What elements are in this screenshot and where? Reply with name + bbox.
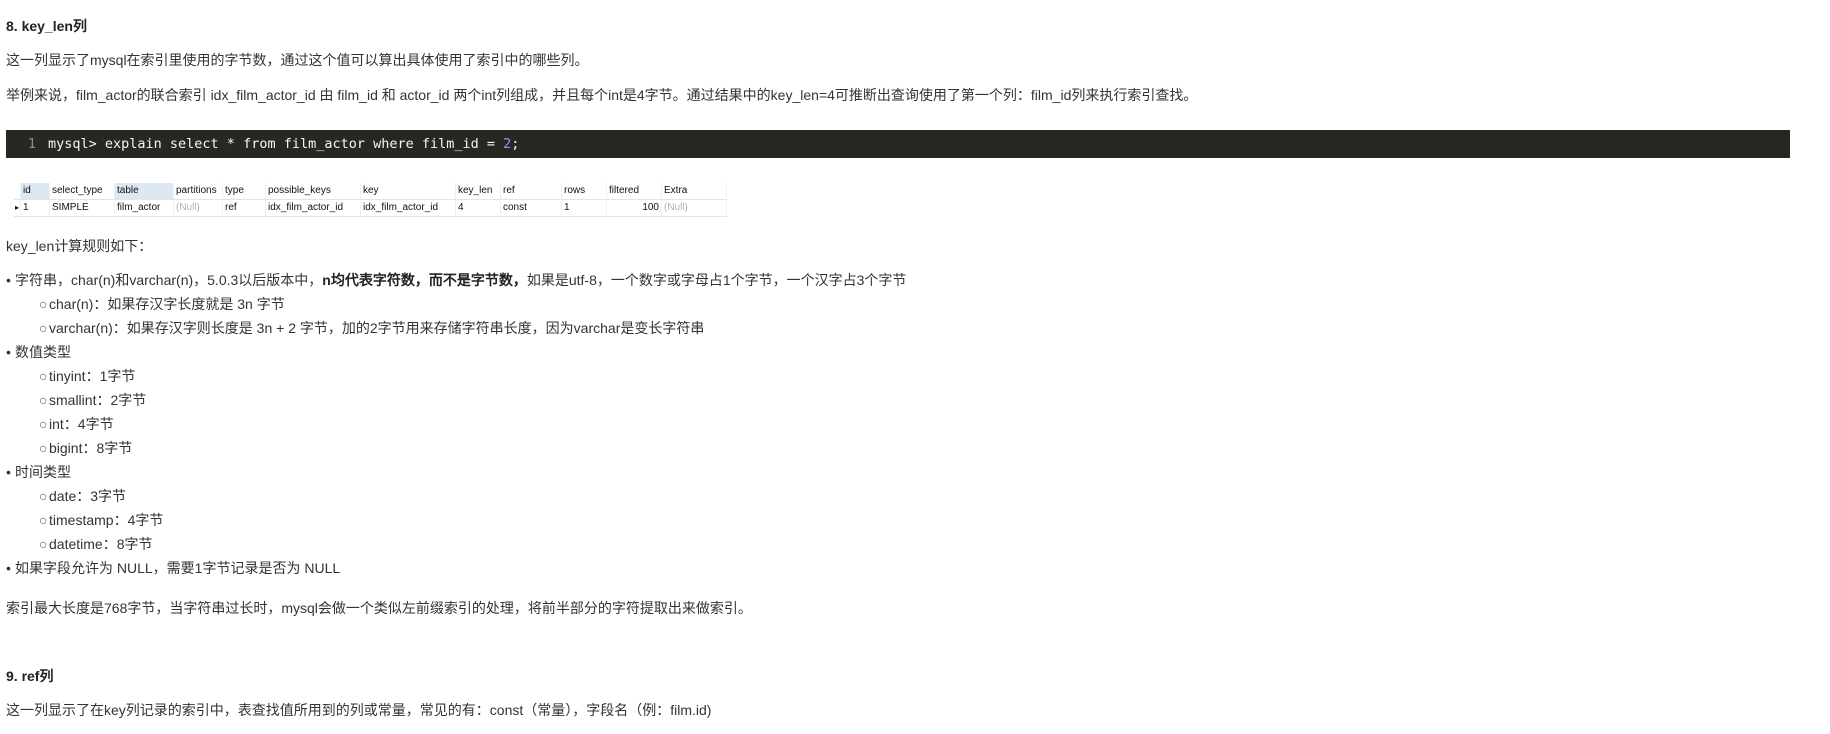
list-item: • 如果字段允许为 NULL，需要1字节记录是否为 NULL — [6, 556, 906, 580]
header-cell[interactable]: id — [20, 183, 50, 200]
list-item: ○ smallint：2字节 — [6, 388, 906, 412]
table-header-row: id select_type table partitions type pos… — [14, 183, 727, 200]
header-cell[interactable]: possible_keys — [265, 183, 361, 200]
bullet-icon: • — [6, 272, 11, 288]
list-item: ○ tinyint：1字节 — [6, 364, 906, 388]
sub-bullet-icon: ○ — [39, 392, 48, 408]
max-length-note: 索引最大长度是768字节，当字符串过长时，mysql会做一个类似左前缀索引的处理… — [6, 600, 752, 616]
table-cell[interactable]: film_actor — [114, 199, 174, 217]
sub-bullet-icon: ○ — [39, 512, 48, 528]
section-9-paragraph-1: 这一列显示了在key列记录的索引中，表查找值所用到的列或常量，常见的有：cons… — [6, 702, 712, 718]
rules-list: • 字符串，char(n)和varchar(n)，5.0.3以后版本中，n均代表字… — [6, 268, 906, 580]
list-item: ○ char(n)：如果存汉字长度就是 3n 字节 — [6, 292, 906, 316]
list-item: ○ varchar(n)：如果存汉字则长度是 3n + 2 字节，加的2字节用来存… — [6, 316, 906, 340]
header-cell[interactable]: filtered — [606, 183, 662, 200]
sub-bullet-icon: ○ — [39, 320, 48, 336]
table-cell[interactable]: ref — [222, 199, 266, 217]
section-8-paragraph-1: 这一列显示了mysql在索引里使用的字节数，通过这个值可以算出具体使用了索引中的… — [6, 52, 589, 68]
table-cell[interactable]: (Null) — [173, 199, 223, 217]
sub-bullet-icon: ○ — [39, 440, 48, 456]
section-8-paragraph-2: 举例来说，film_actor的联合索引 idx_film_actor_id 由… — [6, 87, 1198, 103]
list-item: ○ timestamp：4字节 — [6, 508, 906, 532]
sub-bullet-icon: ○ — [39, 296, 48, 312]
header-cell[interactable]: Extra — [661, 183, 727, 200]
sub-bullet-icon: ○ — [39, 368, 48, 384]
header-cell[interactable]: type — [222, 183, 266, 200]
table-cell[interactable]: 1 — [20, 199, 50, 217]
header-cell[interactable]: select_type — [49, 183, 115, 200]
table-row[interactable]: ▸ 1 SIMPLE film_actor (Null) ref idx_fil… — [14, 199, 727, 217]
table-cell[interactable]: const — [500, 199, 562, 217]
explain-result-table: id select_type table partitions type pos… — [14, 183, 727, 217]
header-cell[interactable]: key_len — [455, 183, 501, 200]
code-text: mysql> explain select * from film_actor … — [48, 136, 504, 152]
list-item: ○ date：3字节 — [6, 484, 906, 508]
sub-bullet-icon: ○ — [39, 416, 48, 432]
bullet-icon: • — [6, 344, 11, 360]
header-cell[interactable]: key — [360, 183, 456, 200]
table-cell[interactable]: 1 — [561, 199, 607, 217]
header-cell[interactable]: partitions — [173, 183, 223, 200]
section-9-heading: 9. ref列 — [6, 668, 54, 684]
header-cell[interactable]: ref — [500, 183, 562, 200]
code-block: 1 mysql> explain select * from film_actor… — [6, 130, 1790, 158]
table-cell[interactable]: idx_film_actor_id — [360, 199, 456, 217]
bullet-icon: • — [6, 560, 11, 576]
code-tail: ; — [511, 136, 520, 152]
header-cell[interactable]: rows — [561, 183, 607, 200]
list-item: ○ bigint：8字节 — [6, 436, 906, 460]
table-cell[interactable]: SIMPLE — [49, 199, 115, 217]
section-8-heading: 8. key_len列 — [6, 18, 87, 34]
sub-bullet-icon: ○ — [39, 488, 48, 504]
table-cell[interactable]: 100 — [606, 199, 662, 217]
table-cell[interactable]: idx_film_actor_id — [265, 199, 361, 217]
list-item: • 字符串，char(n)和varchar(n)，5.0.3以后版本中，n均代表字… — [6, 268, 906, 292]
list-item: ○ datetime：8字节 — [6, 532, 906, 556]
list-item: • 数值类型 — [6, 340, 906, 364]
table-cell[interactable]: 4 — [455, 199, 501, 217]
bullet-icon: • — [6, 464, 11, 480]
rules-intro: key_len计算规则如下： — [6, 238, 153, 254]
list-item: ○ int：4字节 — [6, 412, 906, 436]
sub-bullet-icon: ○ — [39, 536, 48, 552]
list-item: • 时间类型 — [6, 460, 906, 484]
code-line-number: 1 — [27, 136, 36, 152]
header-cell[interactable]: table — [114, 183, 174, 200]
table-cell[interactable]: (Null) — [661, 199, 727, 217]
